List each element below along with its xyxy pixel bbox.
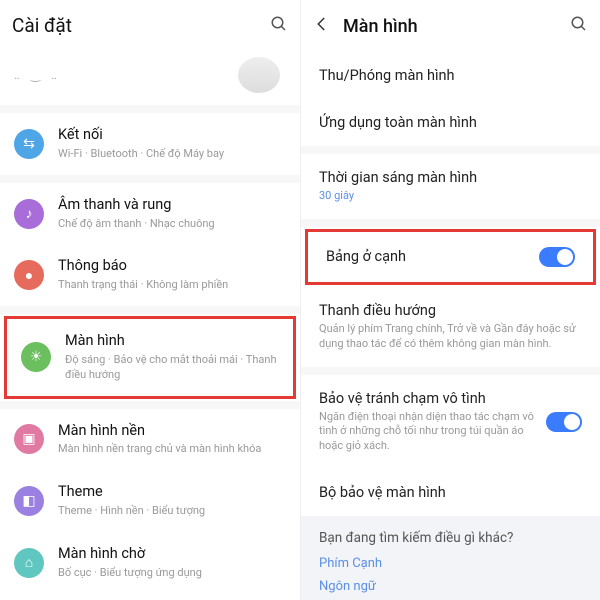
avatar-placeholder <box>238 57 280 93</box>
item-text: Thu/Phóng màn hình <box>319 67 582 84</box>
item-title: Âm thanh và rung <box>58 196 286 215</box>
display-panel: Màn hình Thu/Phóng màn hình Ứng dụng toà… <box>300 0 600 600</box>
item-title: Thanh điều hướng <box>319 302 582 319</box>
divider <box>0 175 300 183</box>
item-subtitle: Thanh trạng thái · Không làm phiền <box>58 278 286 293</box>
display-item[interactable]: Ứng dụng toàn màn hình <box>301 99 600 146</box>
display-item[interactable]: Thời gian sáng màn hình 30 giây <box>301 154 600 219</box>
item-icon: ♪ <box>14 199 44 229</box>
settings-item[interactable]: ♪ Âm thanh và rung Chế độ âm thanh · Nhạ… <box>0 183 300 245</box>
item-title: Theme <box>58 483 286 502</box>
item-icon: ▣ <box>14 424 44 454</box>
highlight-box: Bảng ở cạnh <box>305 229 596 285</box>
item-title: Màn hình <box>65 332 279 351</box>
search-icon[interactable] <box>570 15 588 37</box>
item-icon: ● <box>14 260 44 290</box>
display-list: Thu/Phóng màn hình Ứng dụng toàn màn hìn… <box>301 52 600 516</box>
settings-item[interactable]: 🔒 Màn hình khóa <box>0 594 300 600</box>
display-item[interactable]: Thu/Phóng màn hình <box>301 52 600 99</box>
footer-link[interactable]: Phím Cạnh <box>319 556 582 571</box>
settings-item[interactable]: ▣ Màn hình nền Màn hình nền trang chủ và… <box>0 409 300 471</box>
divider <box>0 306 300 314</box>
page-title: Màn hình <box>343 16 570 37</box>
item-text: Âm thanh và rung Chế độ âm thanh · Nhạc … <box>58 196 286 232</box>
settings-panel: Cài đặt ‥ ‿ ‥ ⇆ Kết nối Wi-Fi · Bluetoot… <box>0 0 300 600</box>
settings-item[interactable]: ◧ Theme Theme · Hình nền · Biểu tượng <box>0 470 300 532</box>
item-icon: ◧ <box>14 486 44 516</box>
divider <box>301 219 600 227</box>
item-title: Kết nối <box>58 126 286 145</box>
item-text: Theme Theme · Hình nền · Biểu tượng <box>58 483 286 519</box>
settings-list: ⇆ Kết nối Wi-Fi · Bluetooth · Chế độ Máy… <box>0 113 300 600</box>
item-text: Bảo vệ tránh chạm vô tình Ngăn điện thoạ… <box>319 390 546 455</box>
divider <box>0 401 300 409</box>
back-icon[interactable] <box>313 14 331 38</box>
item-text: Thông báo Thanh trạng thái · Không làm p… <box>58 257 286 293</box>
divider <box>301 146 600 154</box>
divider <box>0 105 300 113</box>
item-subtitle: Ngăn điện thoại nhận diện thao tác chạm … <box>319 410 546 455</box>
item-title: Bảng ở cạnh <box>326 248 539 265</box>
item-title: Thông báo <box>58 257 286 276</box>
item-subtitle: Wi-Fi · Bluetooth · Chế độ Máy bay <box>58 147 286 162</box>
item-title: Màn hình chờ <box>58 545 286 564</box>
toggle-switch[interactable] <box>539 247 575 267</box>
partial-cutoff-item: ‥ ‿ ‥ <box>0 51 300 105</box>
footer-heading: Bạn đang tìm kiếm điều gì khác? <box>319 530 582 546</box>
settings-item[interactable]: ⇆ Kết nối Wi-Fi · Bluetooth · Chế độ Máy… <box>0 113 300 175</box>
settings-item[interactable]: ⌂ Màn hình chờ Bố cục · Biểu tượng ứng d… <box>0 532 300 594</box>
item-text: Màn hình Độ sáng · Bảo vệ cho mắt thoải … <box>65 332 279 383</box>
item-title: Màn hình nền <box>58 422 286 441</box>
item-subtitle: Theme · Hình nền · Biểu tượng <box>58 504 286 519</box>
item-icon: ☀ <box>21 342 51 372</box>
footer-link[interactable]: Ngôn ngữ <box>319 579 582 594</box>
item-title: Bảo vệ tránh chạm vô tình <box>319 390 546 407</box>
item-text: Màn hình chờ Bố cục · Biểu tượng ứng dụn… <box>58 545 286 581</box>
item-subtitle: Quản lý phím Trang chính, Trở về và Gần … <box>319 322 582 352</box>
item-text: Thời gian sáng màn hình 30 giây <box>319 169 582 204</box>
toggle-switch[interactable] <box>546 412 582 432</box>
item-text: Thanh điều hướng Quản lý phím Trang chín… <box>319 302 582 352</box>
search-icon[interactable] <box>270 15 288 37</box>
item-title: Ứng dụng toàn màn hình <box>319 114 582 131</box>
item-title: Bộ bảo vệ màn hình <box>319 484 582 501</box>
item-text: Màn hình nền Màn hình nền trang chủ và m… <box>58 422 286 458</box>
item-icon: ⇆ <box>14 129 44 159</box>
display-item[interactable]: Thanh điều hướng Quản lý phím Trang chín… <box>301 287 600 367</box>
display-item[interactable]: Bộ bảo vệ màn hình <box>301 469 600 516</box>
display-item[interactable]: Bảng ở cạnh <box>308 232 593 282</box>
item-subtitle: Chế độ âm thanh · Nhạc chuông <box>58 217 286 232</box>
item-subtitle: Màn hình nền trang chủ và màn hình khóa <box>58 442 286 457</box>
item-subtitle: Độ sáng · Bảo vệ cho mắt thoải mái · Tha… <box>65 353 279 383</box>
settings-item[interactable]: ● Thông báo Thanh trạng thái · Không làm… <box>0 244 300 306</box>
item-text: Ứng dụng toàn màn hình <box>319 114 582 131</box>
page-title: Cài đặt <box>12 14 270 37</box>
item-subtitle: 30 giây <box>319 189 582 204</box>
display-item[interactable]: Bảo vệ tránh chạm vô tình Ngăn điện thoạ… <box>301 375 600 470</box>
footer-section: Bạn đang tìm kiếm điều gì khác? Phím Cạn… <box>301 516 600 600</box>
item-text: Bộ bảo vệ màn hình <box>319 484 582 501</box>
item-title: Thu/Phóng màn hình <box>319 67 582 84</box>
item-icon: ⌂ <box>14 548 44 578</box>
display-header: Màn hình <box>301 0 600 52</box>
item-title: Thời gian sáng màn hình <box>319 169 582 186</box>
divider <box>301 367 600 375</box>
settings-header: Cài đặt <box>0 0 300 51</box>
item-text: Bảng ở cạnh <box>326 248 539 265</box>
item-text: Kết nối Wi-Fi · Bluetooth · Chế độ Máy b… <box>58 126 286 162</box>
item-subtitle: Bố cục · Biểu tượng ứng dụng <box>58 566 286 581</box>
highlight-box: ☀ Màn hình Độ sáng · Bảo vệ cho mắt thoả… <box>4 316 296 399</box>
settings-item[interactable]: ☀ Màn hình Độ sáng · Bảo vệ cho mắt thoả… <box>7 319 293 396</box>
